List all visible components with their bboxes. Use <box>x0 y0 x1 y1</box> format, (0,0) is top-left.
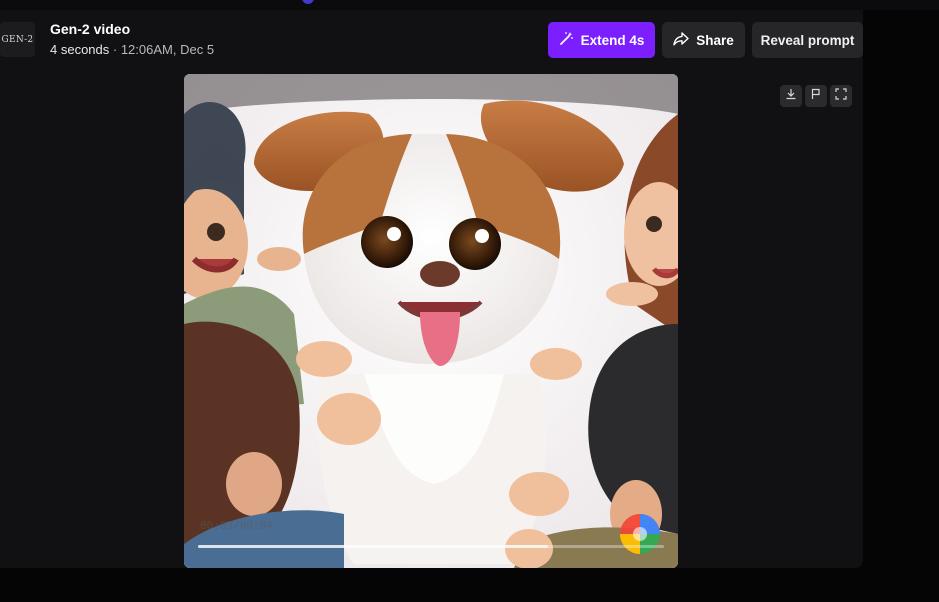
video-progress-fill <box>198 545 548 548</box>
top-strip <box>0 0 939 10</box>
reveal-prompt-button[interactable]: Reveal prompt <box>752 22 863 58</box>
share-arrow-icon <box>673 31 689 49</box>
download-icon <box>785 87 797 105</box>
video-timestamp: 12:06AM, Dec 5 <box>120 42 215 57</box>
notification-dot <box>302 0 314 4</box>
thumbnail-label: GEN-2 <box>1 34 34 45</box>
video-thumbnail[interactable]: GEN-2 <box>0 22 35 57</box>
video-player[interactable]: 00:03/00:04 <box>184 74 678 568</box>
video-title: Gen-2 video <box>50 21 131 37</box>
extend-label: Extend 4s <box>580 32 645 48</box>
video-timecode: 00:03/00:04 <box>200 519 273 532</box>
video-duration: 4 seconds <box>50 42 110 57</box>
meta-separator: · <box>109 42 121 57</box>
video-frame-image <box>184 74 678 568</box>
share-label: Share <box>696 32 734 48</box>
reveal-prompt-label: Reveal prompt <box>760 32 855 48</box>
download-button[interactable] <box>780 85 802 107</box>
fullscreen-button[interactable] <box>830 85 852 107</box>
video-meta: 4 seconds · 12:06AM, Dec 5 <box>50 42 214 57</box>
fullscreen-icon <box>835 87 847 105</box>
extend-button[interactable]: Extend 4s <box>548 22 655 58</box>
flag-button[interactable] <box>805 85 827 107</box>
magic-wand-icon <box>559 31 574 49</box>
video-progress-bar[interactable] <box>198 545 664 548</box>
share-button[interactable]: Share <box>662 22 745 58</box>
flag-icon <box>810 87 822 105</box>
